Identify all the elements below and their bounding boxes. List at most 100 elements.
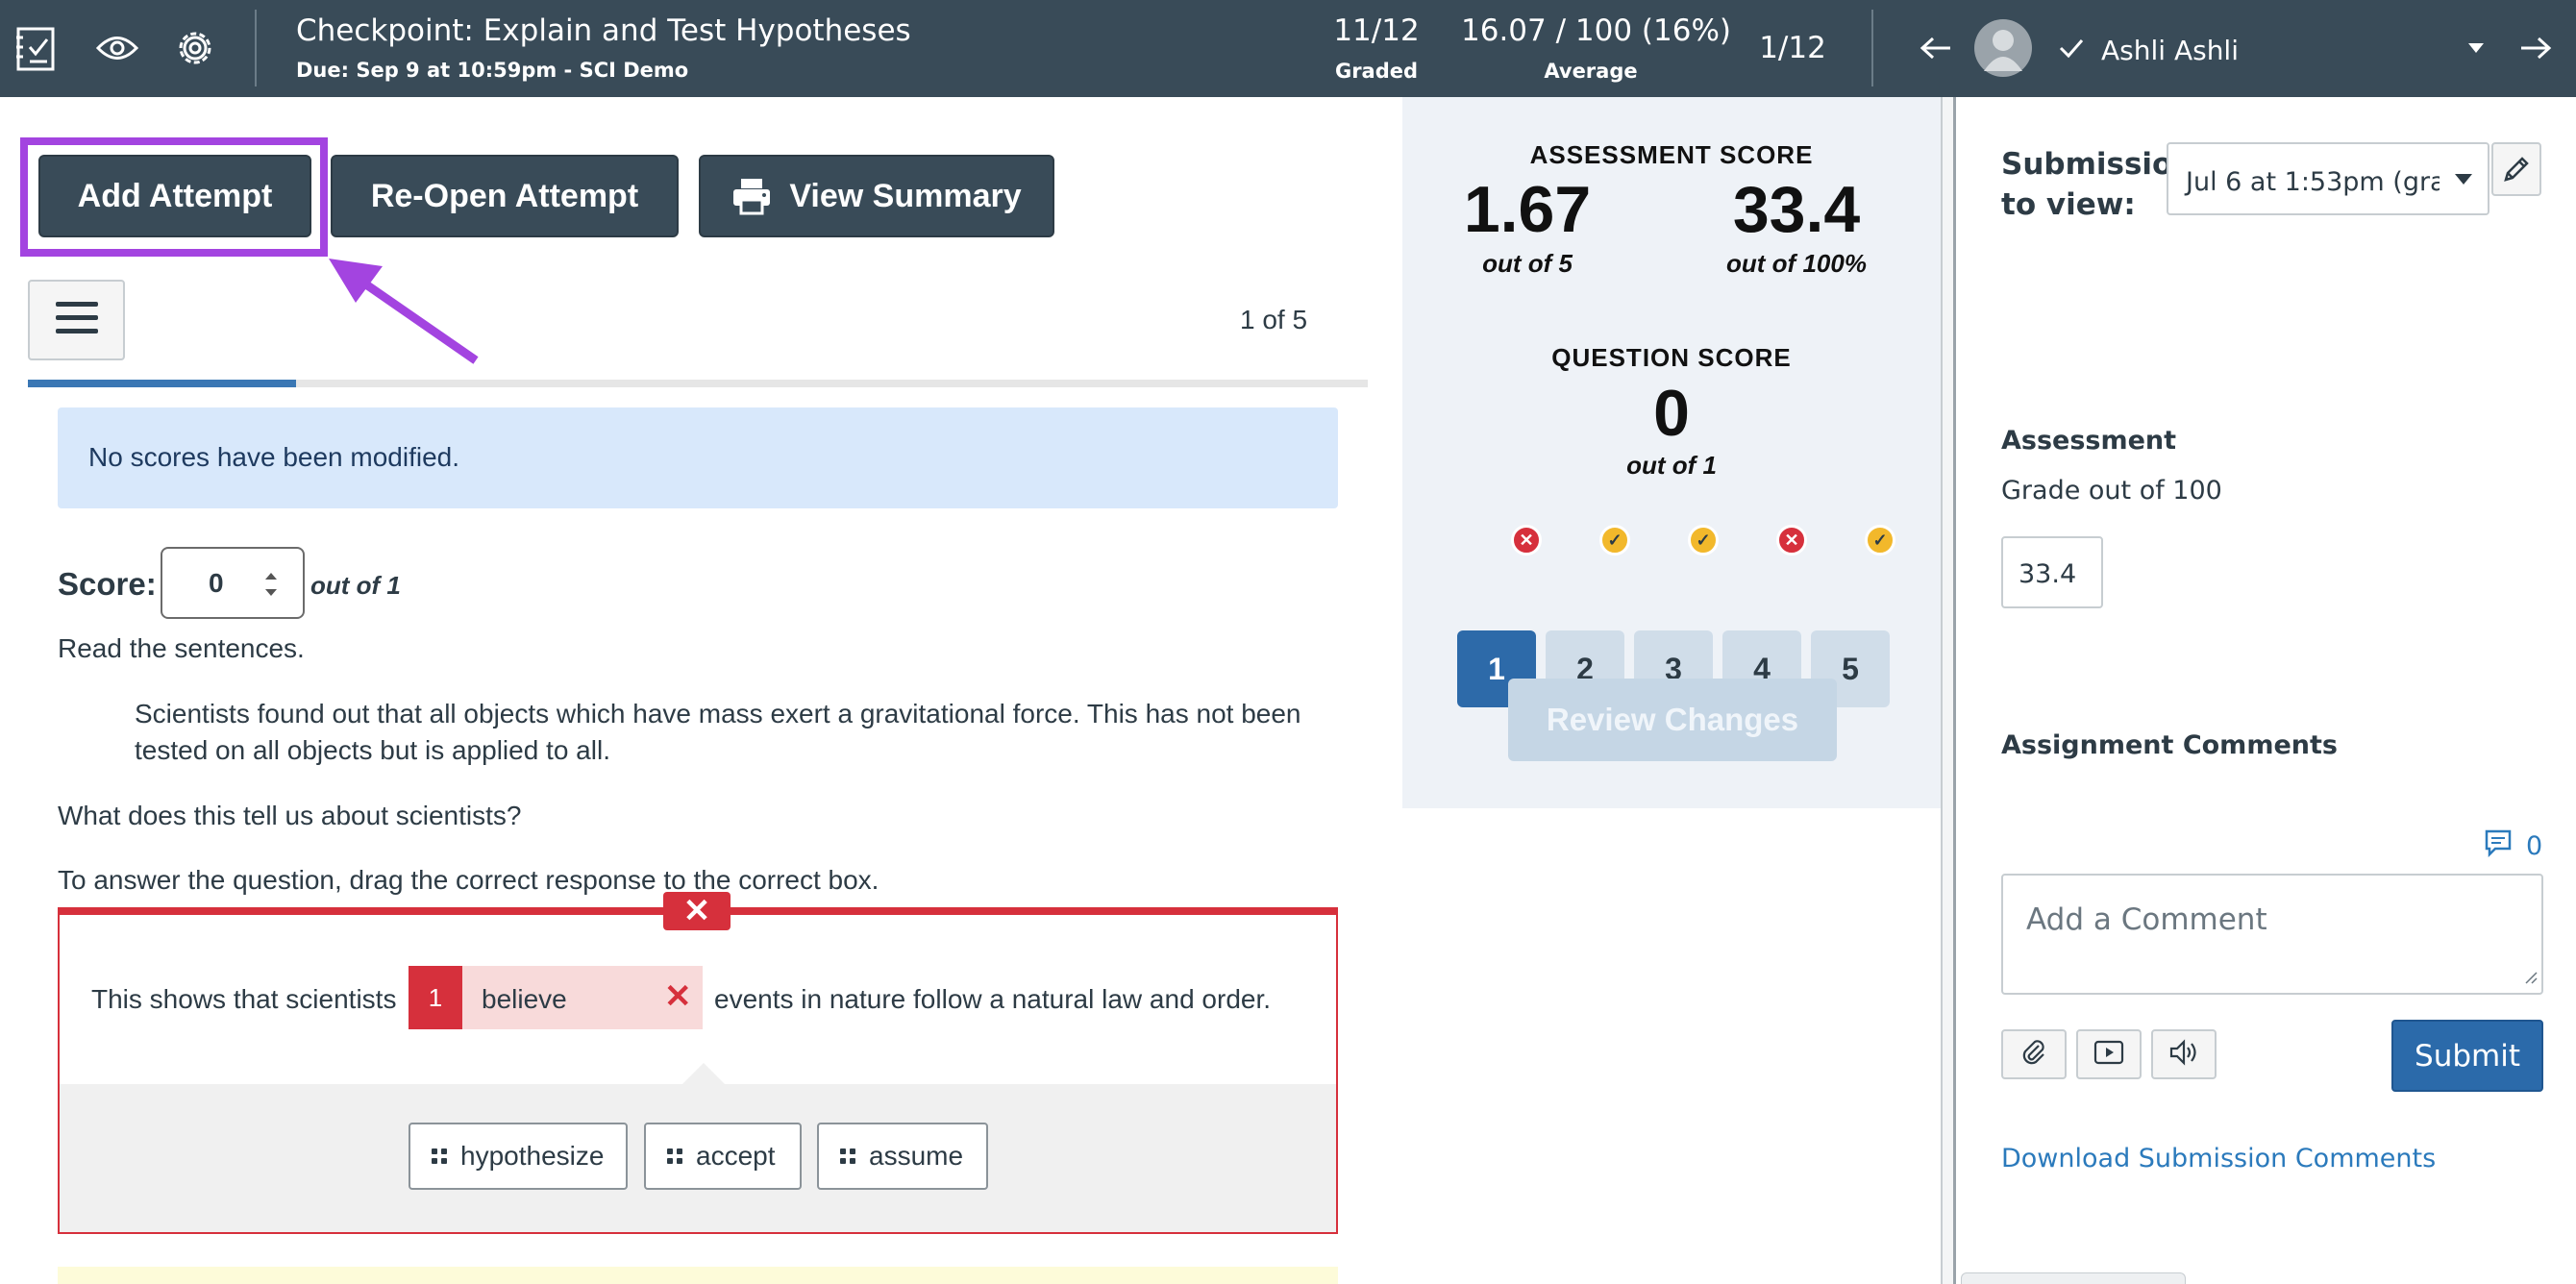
blank-number-badge: 1 [409, 966, 462, 1029]
info-message: No scores have been modified. [88, 442, 459, 472]
header-divider [1871, 10, 1873, 86]
student-position: 1/12 [1759, 31, 1826, 65]
avatar[interactable] [1974, 19, 2032, 77]
comment-textarea[interactable]: Add a Comment [2001, 874, 2543, 995]
drag-handle-icon [667, 1148, 682, 1164]
progress-bar-fill [28, 380, 296, 387]
correct-status-icon: ✓ [1688, 525, 1719, 556]
question-nav-label: 5 [1842, 651, 1859, 686]
view-summary-label: View Summary [789, 177, 1022, 214]
video-icon [2093, 1040, 2124, 1070]
comment-placeholder: Add a Comment [2026, 902, 2267, 937]
eye-icon[interactable] [90, 21, 144, 75]
paperclip-icon [2019, 1038, 2048, 1072]
speech-recognition-button[interactable] [2151, 1029, 2217, 1079]
question-score-heading: QUESTION SCORE [1551, 343, 1792, 372]
grade-value: 33.4 [2019, 559, 2077, 589]
points-out-of: out of 5 [1482, 249, 1573, 278]
comment-bubble-icon [2484, 828, 2513, 864]
edit-pencil-icon[interactable] [2491, 142, 2541, 196]
submission-select[interactable]: Jul 6 at 1:53pm (grad [2167, 142, 2489, 215]
submit-comment-button[interactable]: Submit [2391, 1020, 2543, 1092]
choice-label: assume [869, 1141, 964, 1171]
attach-file-button[interactable] [2001, 1029, 2067, 1079]
highlight-annotation-box [20, 137, 328, 257]
question-text: What does this tell us about scientists? [58, 801, 522, 830]
prompt-intro: Read the sentences. [58, 633, 305, 663]
grade-input[interactable]: 33.4 [2001, 536, 2103, 608]
score-label: Score: [58, 566, 157, 602]
printer-icon [731, 177, 772, 215]
percent-out-of: out of 100% [1726, 249, 1867, 278]
student-name[interactable]: Ashli Ashli [2101, 35, 2239, 66]
drag-handle-icon [432, 1148, 447, 1164]
choice-label: hypothesize [460, 1141, 605, 1171]
percent-score: 33.4 [1732, 173, 1861, 246]
choice-chip[interactable]: assume [817, 1123, 988, 1190]
question-score: 0 [1653, 377, 1690, 450]
score-out-of: out of 1 [310, 571, 401, 600]
average-label: Average [1544, 60, 1638, 83]
header-divider [255, 10, 257, 86]
view-summary-button[interactable]: View Summary [699, 155, 1054, 237]
gradebook-icon[interactable] [10, 21, 63, 75]
checkmark-icon [2057, 27, 2086, 69]
panel-resize-handle[interactable] [1941, 97, 1956, 1284]
choice-label: accept [696, 1141, 776, 1171]
drag-handle-icon [840, 1148, 855, 1164]
speaker-icon [2168, 1038, 2199, 1071]
gear-icon[interactable] [168, 21, 222, 75]
question-out-of: out of 1 [1626, 451, 1717, 480]
instruction-text: To answer the question, drag the correct… [58, 865, 879, 895]
top-header: Checkpoint: Explain and Test Hypotheses … [0, 0, 2576, 97]
spinner-icon[interactable] [260, 568, 282, 601]
remove-answer-icon[interactable]: ✕ [664, 977, 692, 1016]
graded-count: 11/12 [1333, 13, 1420, 48]
assessment-heading: Assessment [2001, 426, 2177, 456]
assessment-score-heading: ASSESSMENT SCORE [1529, 140, 1814, 169]
arrow-right-icon[interactable] [2509, 21, 2563, 75]
question-page-count: 1 of 5 [1240, 305, 1308, 334]
media-comment-button[interactable] [2076, 1029, 2142, 1079]
caret-down-icon [2440, 144, 2488, 213]
info-banner: No scores have been modified. [58, 407, 1338, 508]
sentence-before-blank: This shows that scientists [91, 984, 397, 1014]
question-menu-button[interactable] [28, 280, 125, 360]
submission-label: Submission to view: [2001, 147, 2194, 222]
caret-down-icon[interactable] [2457, 21, 2495, 75]
choices-tray-pointer [682, 1063, 725, 1084]
comment-count: 0 [2526, 831, 2543, 861]
score-input[interactable]: 0 [161, 547, 305, 619]
download-comments-link[interactable]: Download Submission Comments [2001, 1144, 2436, 1173]
hamburger-icon [55, 301, 98, 339]
drawer-tab[interactable] [1961, 1272, 2186, 1284]
assignment-comments-heading: Assignment Comments [2001, 730, 2338, 760]
question-nav-label: 1 [1488, 651, 1505, 686]
submission-select-value: Jul 6 at 1:53pm (grad [2186, 167, 2463, 197]
resize-grip-icon[interactable] [2522, 969, 2538, 989]
review-changes-button[interactable]: Review Changes [1508, 679, 1837, 761]
arrow-left-icon[interactable] [1909, 21, 1963, 75]
choice-chip[interactable]: hypothesize [409, 1123, 628, 1190]
assignment-title[interactable]: Checkpoint: Explain and Test Hypotheses [296, 13, 911, 48]
correct-status-icon: ✓ [1865, 525, 1895, 556]
grade-out-of-label: Grade out of 100 [2001, 476, 2222, 506]
annotation-arrow-icon [329, 259, 479, 364]
correct-status-icon: ✓ [1599, 525, 1630, 556]
passage-text: Scientists found out that all objects wh… [135, 699, 1301, 765]
incorrect-status-icon: ✕ [1511, 525, 1542, 556]
choice-chip[interactable]: accept [644, 1123, 802, 1190]
comment-count-link[interactable]: 0 [2484, 828, 2542, 864]
drop-zone-answer[interactable]: believe ✕ [462, 966, 703, 1029]
score-value: 0 [209, 568, 224, 598]
reopen-attempt-button[interactable]: Re-Open Attempt [331, 155, 679, 237]
sentence-after-blank: events in nature follow a natural law an… [714, 984, 1272, 1014]
average-score: 16.07 / 100 (16%) [1461, 13, 1732, 48]
graded-label: Graded [1334, 60, 1419, 83]
incorrect-x-icon: ✕ [663, 892, 731, 930]
next-panel-edge [58, 1267, 1338, 1284]
dropped-answer-text: believe [482, 984, 567, 1014]
assignment-due-date: Due: Sep 9 at 10:59pm - SCI Demo [296, 59, 689, 82]
points-score: 1.67 [1463, 173, 1592, 246]
incorrect-status-icon: ✕ [1776, 525, 1807, 556]
